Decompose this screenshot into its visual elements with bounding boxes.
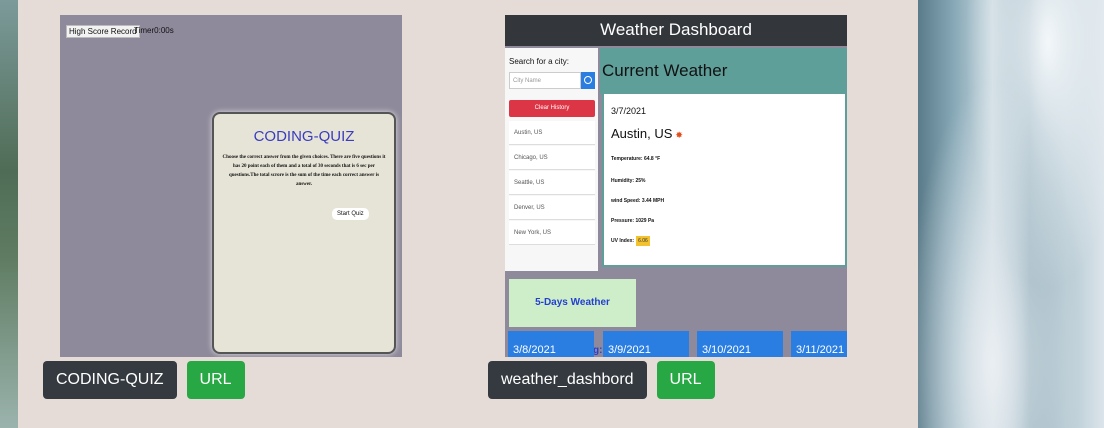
project-card-weather-dashboard: Weather Dashboard Search for a city: Cit… — [505, 15, 847, 357]
weather-sidebar: Search for a city: City Name Clear Histo… — [505, 48, 598, 271]
high-score-button: High Score Record — [66, 25, 140, 38]
forecast-day: 3/8/2021 — [508, 331, 594, 357]
coding-quiz-buttons: CODING-QUIZ URL — [43, 361, 245, 399]
pressure: Pressure: 1029 Pa — [611, 218, 655, 224]
search-button — [581, 72, 595, 89]
quiz-box: CODING-QUIZ Choose the correct answer fr… — [212, 112, 396, 354]
background-image-right — [918, 0, 1104, 428]
wind-speed: wind Speed: 3.44 MPH — [611, 198, 665, 204]
forecast-day: 3/11/2021 — [791, 331, 847, 357]
project-screenshot-coding-quiz: High Score Record Timer0:00s CODING-QUIZ… — [60, 15, 402, 357]
uv-label: UV Index: — [611, 238, 635, 244]
weather-header: Weather Dashboard — [505, 15, 847, 46]
history-item: Chicago, US — [509, 146, 595, 170]
project-card-coding-quiz: High Score Record Timer0:00s CODING-QUIZ… — [60, 15, 402, 357]
forecast-day: 3/9/2021 — [603, 331, 689, 357]
start-quiz-button: Start Quiz — [332, 208, 369, 220]
background-image-left — [0, 0, 20, 428]
uv-index: UV Index: 6.06 — [611, 236, 650, 246]
weather-dashboard-url-button[interactable]: URL — [656, 361, 715, 399]
quiz-title: CODING-QUIZ — [253, 128, 355, 145]
current-weather-body: 3/7/2021 Austin, US ✸ Temperature: 64.8 °… — [602, 94, 847, 267]
forecast-title: 5-Days Weather Forecasting: — [509, 279, 636, 356]
history-item: Austin, US — [509, 121, 595, 145]
search-label: Search for a city: — [509, 57, 570, 66]
history-item: Seattle, US — [509, 171, 595, 195]
project-screenshot-weather-dashboard: Weather Dashboard Search for a city: Cit… — [505, 15, 847, 357]
weather-dashboard-buttons: weather_dashbord URL — [488, 361, 715, 399]
current-city-label: Austin, US — [611, 126, 673, 141]
uv-badge: 6.06 — [636, 236, 650, 246]
clear-history-button: Clear History — [509, 100, 595, 117]
search-icon — [584, 76, 592, 84]
history-item: Denver, US — [509, 196, 595, 220]
timer-text: Timer0:00s — [134, 26, 174, 35]
coding-quiz-url-button[interactable]: URL — [186, 361, 245, 399]
quiz-description: Choose the correct answer from the given… — [222, 155, 386, 187]
history-item: New York, US — [509, 221, 595, 245]
portfolio-panel: High Score Record Timer0:00s CODING-QUIZ… — [18, 0, 918, 428]
sun-icon: ✸ — [675, 130, 683, 140]
current-date: 3/7/2021 — [611, 106, 647, 116]
weather-dashboard-repo-button[interactable]: weather_dashbord — [488, 361, 647, 399]
current-weather-title: Current Weather — [600, 48, 847, 94]
coding-quiz-repo-button[interactable]: CODING-QUIZ — [43, 361, 177, 399]
temperature: Temperature: 64.8 °F — [611, 156, 661, 162]
current-city: Austin, US ✸ — [611, 126, 683, 141]
forecast-day: 3/10/2021 — [697, 331, 783, 357]
city-input: City Name — [509, 72, 581, 89]
humidity: Humidity: 25% — [611, 178, 646, 184]
